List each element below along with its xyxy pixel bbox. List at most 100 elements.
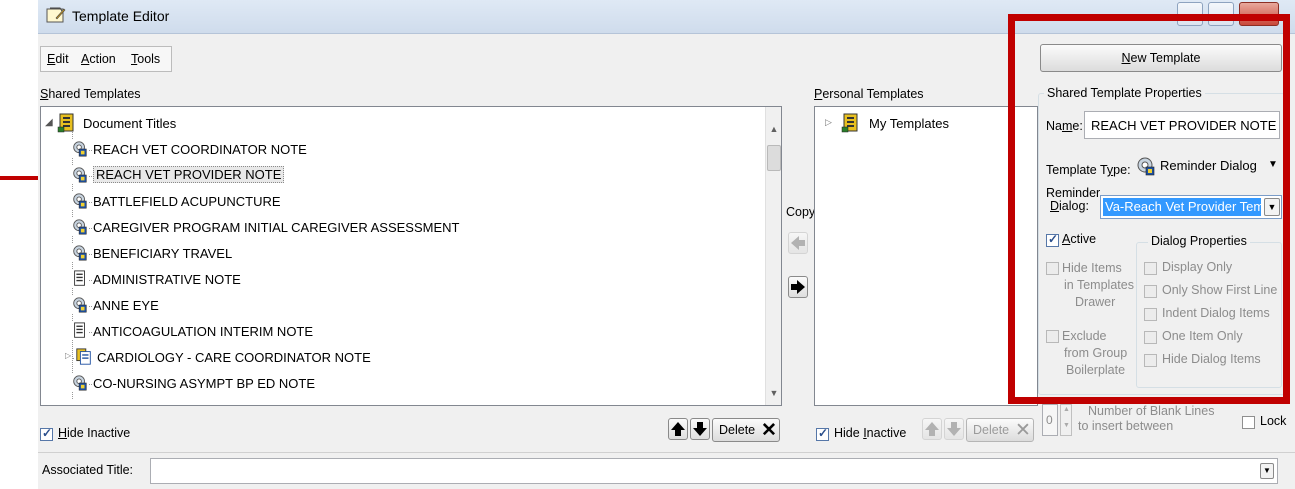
personal-templates-tree[interactable]: ▷ My Templates xyxy=(814,106,1038,406)
tree-row[interactable]: ▷ CARDIOLOGY - CARE COORDINATOR NOTE xyxy=(41,345,741,371)
tree-item-label: REACH VET PROVIDER NOTE xyxy=(93,166,285,183)
hide-items-checkbox[interactable] xyxy=(1046,262,1059,275)
arrow-up-icon xyxy=(671,422,685,436)
reminder-dialog-icon xyxy=(71,244,89,262)
tree-row-my-templates[interactable]: ▷ My Templates xyxy=(815,111,1035,137)
dialog-prop-label: Only Show First Line xyxy=(1162,283,1278,297)
menu-bar: Edit Action Tools xyxy=(40,46,172,72)
hide-items-label: Hide Items in Templates Drawer xyxy=(1062,261,1134,309)
personal-delete-button[interactable]: Delete ✕ xyxy=(966,418,1034,442)
arrow-right-icon xyxy=(791,280,805,294)
dropdown-arrow-icon: ▼ xyxy=(1268,159,1278,170)
my-templates-label: My Templates xyxy=(869,116,949,131)
blank-lines-spinner[interactable]: ▲ ▼ xyxy=(1060,404,1072,436)
active-label: Active xyxy=(1062,232,1097,246)
associated-title-select[interactable]: ▼ xyxy=(150,458,1278,484)
tree-row[interactable]: BATTLEFIELD ACUPUNCTURE xyxy=(41,189,741,215)
personal-templates-label: Personal Templates xyxy=(814,87,924,101)
reminder-dialog-icon xyxy=(71,374,89,392)
reminder-dialog-label: Reminder Dialog: xyxy=(1046,186,1101,213)
tree-row[interactable]: ADMINISTRATIVE NOTE xyxy=(41,267,741,293)
new-template-button[interactable]: New Template xyxy=(1040,44,1282,72)
dialog-prop-label: Indent Dialog Items xyxy=(1162,306,1270,320)
personal-hide-inactive-checkbox[interactable] xyxy=(816,426,829,441)
reminder-dialog-icon xyxy=(71,192,89,210)
tree-item-label: ANNE EYE xyxy=(93,298,159,313)
copy-label: Copy xyxy=(786,205,816,219)
document-titles-icon xyxy=(57,113,74,133)
shared-hide-inactive-label: Hide Inactive xyxy=(58,426,131,440)
title-bar: Template Editor xyxy=(38,0,1295,34)
scroll-up-icon[interactable]: ▲ xyxy=(766,121,781,137)
menu-edit[interactable]: Edit xyxy=(47,52,69,66)
tree-item-label: REACH VET COORDINATOR NOTE xyxy=(93,142,307,157)
tree-row[interactable]: ANTICOAGULATION INTERIM NOTE xyxy=(41,319,741,345)
group-template-icon xyxy=(75,348,93,366)
tree-row[interactable]: CO-NURSING ASYMPT BP ED NOTE xyxy=(41,371,741,397)
dialog-prop-checkbox[interactable] xyxy=(1144,354,1157,367)
exclude-boilerplate-label: Exclude from Group Boilerplate xyxy=(1062,329,1128,377)
exclude-boilerplate-checkbox[interactable] xyxy=(1046,330,1059,343)
personal-move-down-button[interactable] xyxy=(944,418,964,440)
dialog-prop-label: Hide Dialog Items xyxy=(1162,352,1261,366)
collapse-triangle-icon[interactable]: ◢ xyxy=(45,117,53,128)
lock-checkbox[interactable] xyxy=(1242,416,1255,429)
shared-move-up-button[interactable] xyxy=(668,418,688,440)
dialog-properties-title: Dialog Properties xyxy=(1148,234,1250,248)
tree-row[interactable]: REACH VET PROVIDER NOTE xyxy=(41,163,741,189)
personal-hide-inactive-label: Hide Inactive xyxy=(834,426,907,440)
tree-row[interactable]: ANNE EYE xyxy=(41,293,741,319)
name-label: Name: xyxy=(1046,119,1083,133)
tree-item-label: CARDIOLOGY - CARE COORDINATOR NOTE xyxy=(97,350,371,365)
tree-item-label: ADMINISTRATIVE NOTE xyxy=(93,272,241,287)
arrow-down-icon xyxy=(947,422,961,436)
copy-left-button[interactable] xyxy=(788,232,808,254)
scroll-thumb[interactable] xyxy=(767,145,781,171)
maximize-button[interactable] xyxy=(1208,2,1234,26)
delete-x-icon: ✕ xyxy=(761,420,777,441)
tree-row[interactable]: BENEFICIARY TRAVEL xyxy=(41,241,741,267)
personal-move-up-button[interactable] xyxy=(922,418,942,440)
tree-item-label: CAREGIVER PROGRAM INITIAL CAREGIVER ASSE… xyxy=(93,220,460,235)
template-type-select[interactable]: Reminder Dialog ▼ xyxy=(1134,152,1282,180)
copy-right-button[interactable] xyxy=(788,276,808,298)
spin-down-icon[interactable]: ▼ xyxy=(1063,422,1070,429)
dialog-prop-checkbox[interactable] xyxy=(1144,285,1157,298)
scroll-down-icon[interactable]: ▼ xyxy=(766,385,781,401)
document-icon xyxy=(71,270,89,288)
shared-hide-inactive-checkbox[interactable] xyxy=(40,426,53,441)
expand-triangle-icon[interactable]: ▷ xyxy=(825,117,832,128)
shared-templates-tree[interactable]: ◢ Document Titles REACH VET COORDINATOR … xyxy=(40,106,782,406)
tree-item-label: BATTLEFIELD ACUPUNCTURE xyxy=(93,194,281,209)
document-icon xyxy=(71,322,89,340)
delete-x-icon: ✕ xyxy=(1015,420,1031,441)
dropdown-arrow-icon[interactable]: ▼ xyxy=(1264,198,1280,216)
shared-tree-scrollbar[interactable]: ▲ ▼ xyxy=(765,107,781,405)
dialog-prop-checkbox[interactable] xyxy=(1144,331,1157,344)
reminder-dialog-icon xyxy=(71,140,89,158)
close-button[interactable] xyxy=(1239,2,1279,26)
tree-row[interactable]: CAREGIVER PROGRAM INITIAL CAREGIVER ASSE… xyxy=(41,215,741,241)
shared-move-down-button[interactable] xyxy=(690,418,710,440)
tree-item-label: ANTICOAGULATION INTERIM NOTE xyxy=(93,324,314,339)
dialog-prop-checkbox[interactable] xyxy=(1144,262,1157,275)
blank-lines-input[interactable]: 0 xyxy=(1042,404,1058,436)
dropdown-arrow-icon[interactable]: ▼ xyxy=(1260,463,1274,479)
dialog-prop-label: Display Only xyxy=(1162,260,1233,274)
tree-row[interactable]: REACH VET COORDINATOR NOTE xyxy=(41,137,741,163)
minimize-button[interactable] xyxy=(1177,2,1203,26)
name-input[interactable]: REACH VET PROVIDER NOTE xyxy=(1084,111,1280,139)
tree-row-document-titles[interactable]: ◢ Document Titles xyxy=(41,111,741,137)
window-title: Template Editor xyxy=(72,8,170,24)
menu-tools[interactable]: Tools xyxy=(131,52,160,66)
active-checkbox[interactable] xyxy=(1046,232,1059,247)
arrow-up-icon xyxy=(925,422,939,436)
spin-up-icon[interactable]: ▲ xyxy=(1063,406,1070,413)
arrow-left-icon xyxy=(791,236,805,250)
expand-triangle-icon[interactable]: ▷ xyxy=(65,351,72,360)
menu-action[interactable]: Action xyxy=(81,52,116,66)
tree-root-label: Document Titles xyxy=(83,116,177,131)
dialog-prop-checkbox[interactable] xyxy=(1144,308,1157,321)
reminder-dialog-select[interactable]: Va-Reach Vet Provider Temp ▼ xyxy=(1100,195,1282,219)
shared-delete-button[interactable]: Delete ✕ xyxy=(712,418,780,442)
